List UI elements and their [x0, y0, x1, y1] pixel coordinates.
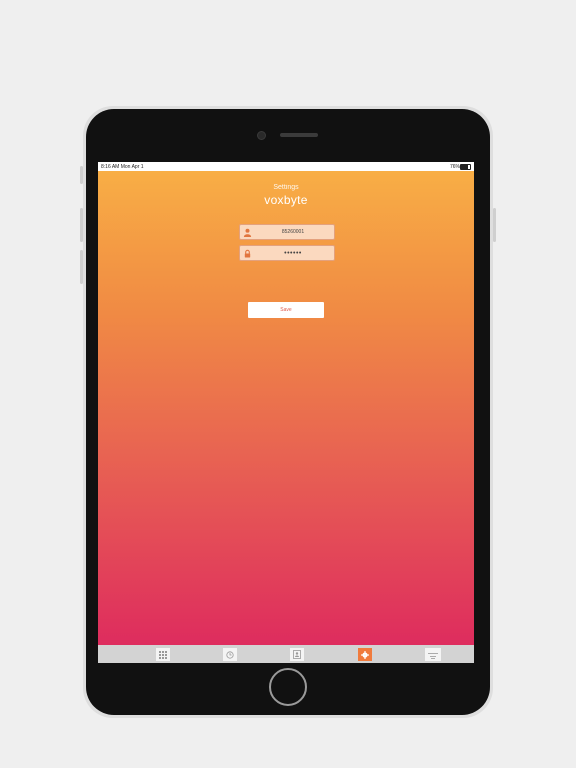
- username-field[interactable]: [239, 224, 335, 240]
- status-time: 8:16 AM Mon Apr 1: [101, 164, 144, 170]
- speaker: [280, 133, 318, 137]
- tab-more[interactable]: [425, 648, 441, 661]
- lock-icon: [240, 246, 254, 260]
- contacts-icon: [293, 646, 301, 664]
- password-input[interactable]: [256, 247, 330, 259]
- password-field[interactable]: [239, 245, 335, 261]
- gear-icon: [361, 646, 369, 664]
- battery-icon: [460, 164, 471, 170]
- battery-percent: 76%: [449, 164, 460, 170]
- save-button[interactable]: Save: [248, 302, 324, 318]
- settings-view: Settings voxbyte Save: [98, 171, 474, 645]
- user-icon: [240, 225, 254, 239]
- screen: 8:16 AM Mon Apr 1 76% Settings voxbyte S…: [98, 162, 474, 663]
- tab-contacts[interactable]: [290, 648, 304, 661]
- username-input[interactable]: [256, 226, 330, 238]
- tab-settings[interactable]: [358, 648, 372, 661]
- mute-switch: [80, 166, 83, 184]
- logo: voxbyte: [264, 193, 308, 207]
- volume-up-button: [80, 208, 83, 242]
- camera: [257, 131, 266, 140]
- home-button[interactable]: [269, 668, 307, 706]
- volume-down-button: [80, 250, 83, 284]
- keypad-icon: [159, 646, 167, 664]
- clock-icon: [226, 646, 234, 664]
- tab-bar: [98, 645, 474, 663]
- tab-history[interactable]: [223, 648, 237, 661]
- page-title: Settings: [273, 184, 299, 191]
- tab-keypad[interactable]: [156, 648, 170, 661]
- status-bar: 8:16 AM Mon Apr 1 76%: [98, 162, 474, 171]
- more-icon: [428, 646, 438, 664]
- power-button: [493, 208, 496, 242]
